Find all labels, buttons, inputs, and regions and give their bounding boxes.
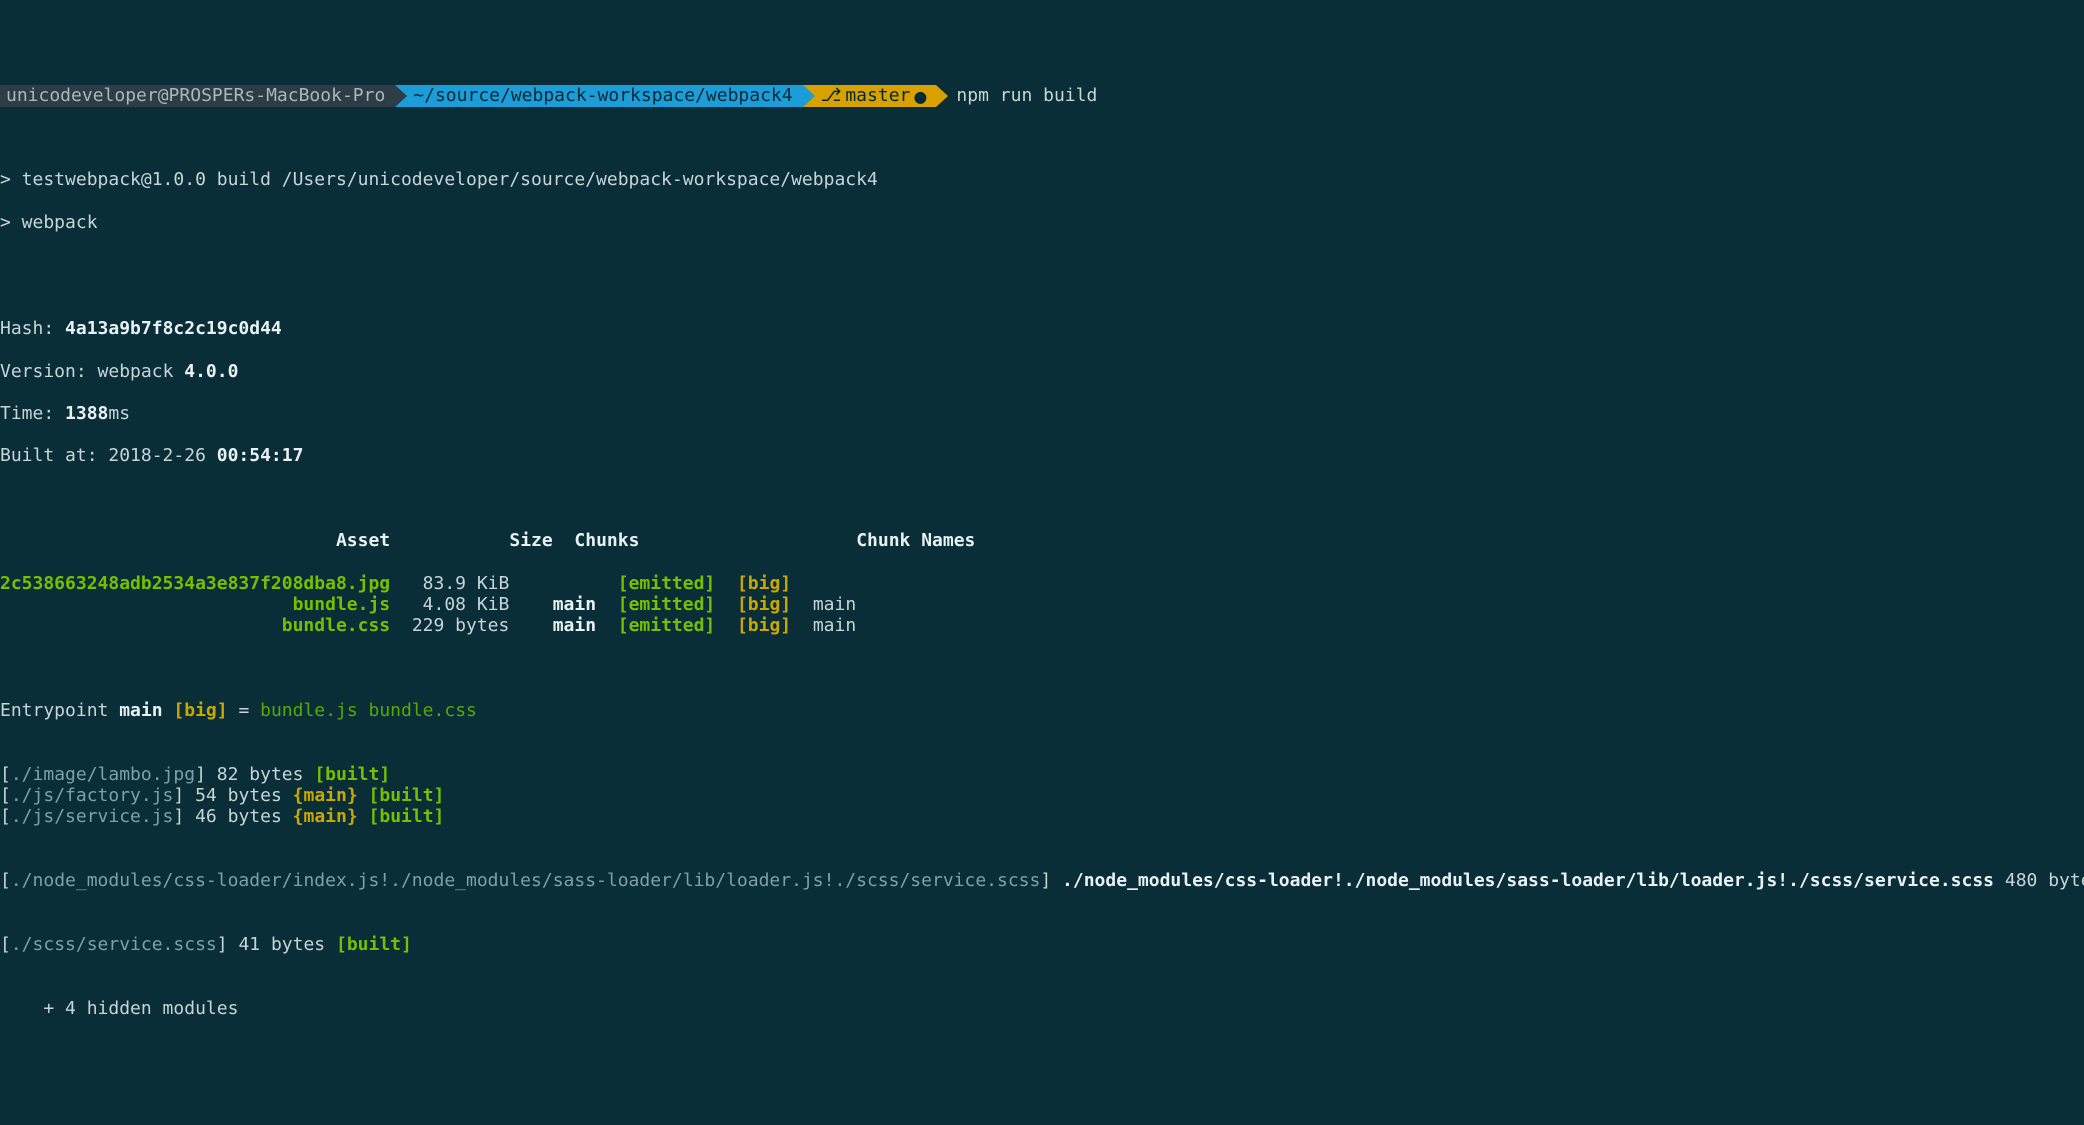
built-tag: [built] — [314, 764, 390, 785]
chunk-ref: main — [303, 785, 346, 806]
prompt-separator-icon — [936, 85, 948, 107]
brace: } — [347, 785, 369, 806]
chunk-names — [791, 573, 813, 594]
module-line: [./image/lambo.jpg] 82 bytes [built] — [0, 764, 2084, 785]
prompt-host: unicodeveloper@PROSPERs-MacBook-Pro — [0, 85, 395, 107]
asset-table: Asset Size Chunks Chunk Names 2c53866324… — [0, 509, 2084, 658]
stats-hash: Hash: 4a13a9b7f8c2c19c0d44 — [0, 318, 2084, 339]
table-row: bundle.css 229 bytes main [emitted] [big… — [0, 615, 2084, 636]
module-path: ./js/factory.js — [11, 785, 174, 806]
bracket: [ — [0, 806, 11, 827]
label: Built at: — [0, 445, 108, 466]
stats-built-at: Built at: 2018-2-26 00:54:17 — [0, 445, 2084, 466]
branch-name: master — [845, 85, 910, 106]
module-size: 82 bytes — [217, 764, 315, 785]
bracket: ] — [195, 764, 217, 785]
brace: } — [347, 806, 369, 827]
built-tag: [built] — [369, 806, 445, 827]
module-line: [./node_modules/css-loader/index.js!./no… — [0, 870, 2084, 891]
host-text: unicodeveloper@PROSPERs-MacBook-Pro — [6, 85, 385, 106]
label: Time: — [0, 403, 65, 424]
asset-size: 229 bytes — [390, 615, 509, 636]
time: 00:54:17 — [217, 445, 304, 466]
stats-time: Time: 1388ms — [0, 403, 2084, 424]
emitted-tag: [emitted] — [596, 615, 715, 636]
bracket: [ — [0, 785, 11, 806]
module-line: [./scss/service.scss] 41 bytes [built] — [0, 934, 2084, 955]
bracket: [ — [0, 764, 11, 785]
col-asset: Asset — [0, 530, 390, 551]
bracket: ] — [217, 934, 239, 955]
module-path: ./scss/service.scss — [11, 934, 217, 955]
value: 4.0.0 — [184, 361, 238, 382]
col-chunk-names: Chunk Names — [856, 530, 975, 551]
date: 2018-2-26 — [108, 445, 216, 466]
prompt-separator-icon — [803, 85, 815, 107]
brace: { — [293, 785, 304, 806]
module-size: 41 bytes — [238, 934, 336, 955]
unit: ms — [108, 403, 130, 424]
asset-size: 83.9 KiB — [390, 573, 509, 594]
big-tag: [big] — [715, 573, 791, 594]
entry-name: main — [119, 700, 162, 721]
chunk-ref: main — [303, 806, 346, 827]
prompt-path: ~/source/webpack-workspace/webpack4 — [407, 85, 802, 107]
module-path: ./node_modules/css-loader/index.js!./nod… — [11, 870, 1041, 891]
label: Version: — [0, 361, 98, 382]
table-row: bundle.js 4.08 KiB main [emitted] [big] … — [0, 594, 2084, 615]
prompt-separator-icon — [395, 85, 407, 107]
module-size: 54 bytes — [195, 785, 293, 806]
module-line: [./js/service.js] 46 bytes {main} [built… — [0, 806, 2084, 827]
asset-chunks — [509, 573, 596, 594]
asset-chunks: main — [509, 615, 596, 636]
module-path: ./image/lambo.jpg — [11, 764, 195, 785]
asset-name: bundle.css — [0, 615, 390, 636]
built-tag: [built] — [369, 785, 445, 806]
shell-prompt: unicodeveloper@PROSPERs-MacBook-Pro ~/so… — [0, 85, 2084, 107]
module-size: 46 bytes — [195, 806, 293, 827]
entrypoint-line: Entrypoint main [big] = bundle.js bundle… — [0, 700, 2084, 721]
entry-big: [big] — [163, 700, 228, 721]
brace: { — [293, 806, 304, 827]
eq: = — [228, 700, 261, 721]
table-header: Asset Size Chunks Chunk Names — [0, 530, 2084, 551]
module-line: [./js/factory.js] 54 bytes {main} [built… — [0, 785, 2084, 806]
command-input[interactable]: npm run build — [948, 85, 1097, 107]
module-size: 480 bytes — [1994, 870, 2084, 891]
value: 4a13a9b7f8c2c19c0d44 — [65, 318, 282, 339]
big-tag: [big] — [715, 615, 791, 636]
path-text: ~/source/webpack-workspace/webpack4 — [413, 85, 792, 106]
bracket: [ — [0, 934, 11, 955]
branch-icon: ⎇ — [821, 85, 846, 106]
stats-version: Version: webpack 4.0.0 — [0, 361, 2084, 382]
value: 1388 — [65, 403, 108, 424]
label: Hash: — [0, 318, 65, 339]
bracket: ] — [173, 806, 195, 827]
col-size: Size — [455, 530, 553, 551]
bracket: [ — [0, 870, 11, 891]
npm-script-line: > testwebpack@1.0.0 build /Users/unicode… — [0, 169, 2084, 190]
label: Entrypoint — [0, 700, 119, 721]
bracket: ] — [173, 785, 195, 806]
table-row: 2c538663248adb2534a3e837f208dba8.jpg 83.… — [0, 573, 2084, 594]
emitted-tag: [emitted] — [596, 573, 715, 594]
module-resolved: ./node_modules/css-loader!./node_modules… — [1062, 870, 1994, 891]
built-tag: [built] — [336, 934, 412, 955]
app: webpack — [98, 361, 185, 382]
prompt-git-branch: ⎇master● — [815, 85, 937, 107]
bracket: ] — [1040, 870, 1062, 891]
col-chunks: Chunks — [574, 530, 639, 551]
chunk-names: main — [791, 615, 856, 636]
module-path: ./js/service.js — [11, 806, 174, 827]
blank-line — [0, 254, 2084, 275]
asset-name: 2c538663248adb2534a3e837f208dba8.jpg — [0, 573, 390, 594]
npm-script-line: > webpack — [0, 212, 2084, 233]
hidden-modules: + 4 hidden modules — [0, 998, 2084, 1019]
entry-files: bundle.js bundle.css — [260, 700, 477, 721]
